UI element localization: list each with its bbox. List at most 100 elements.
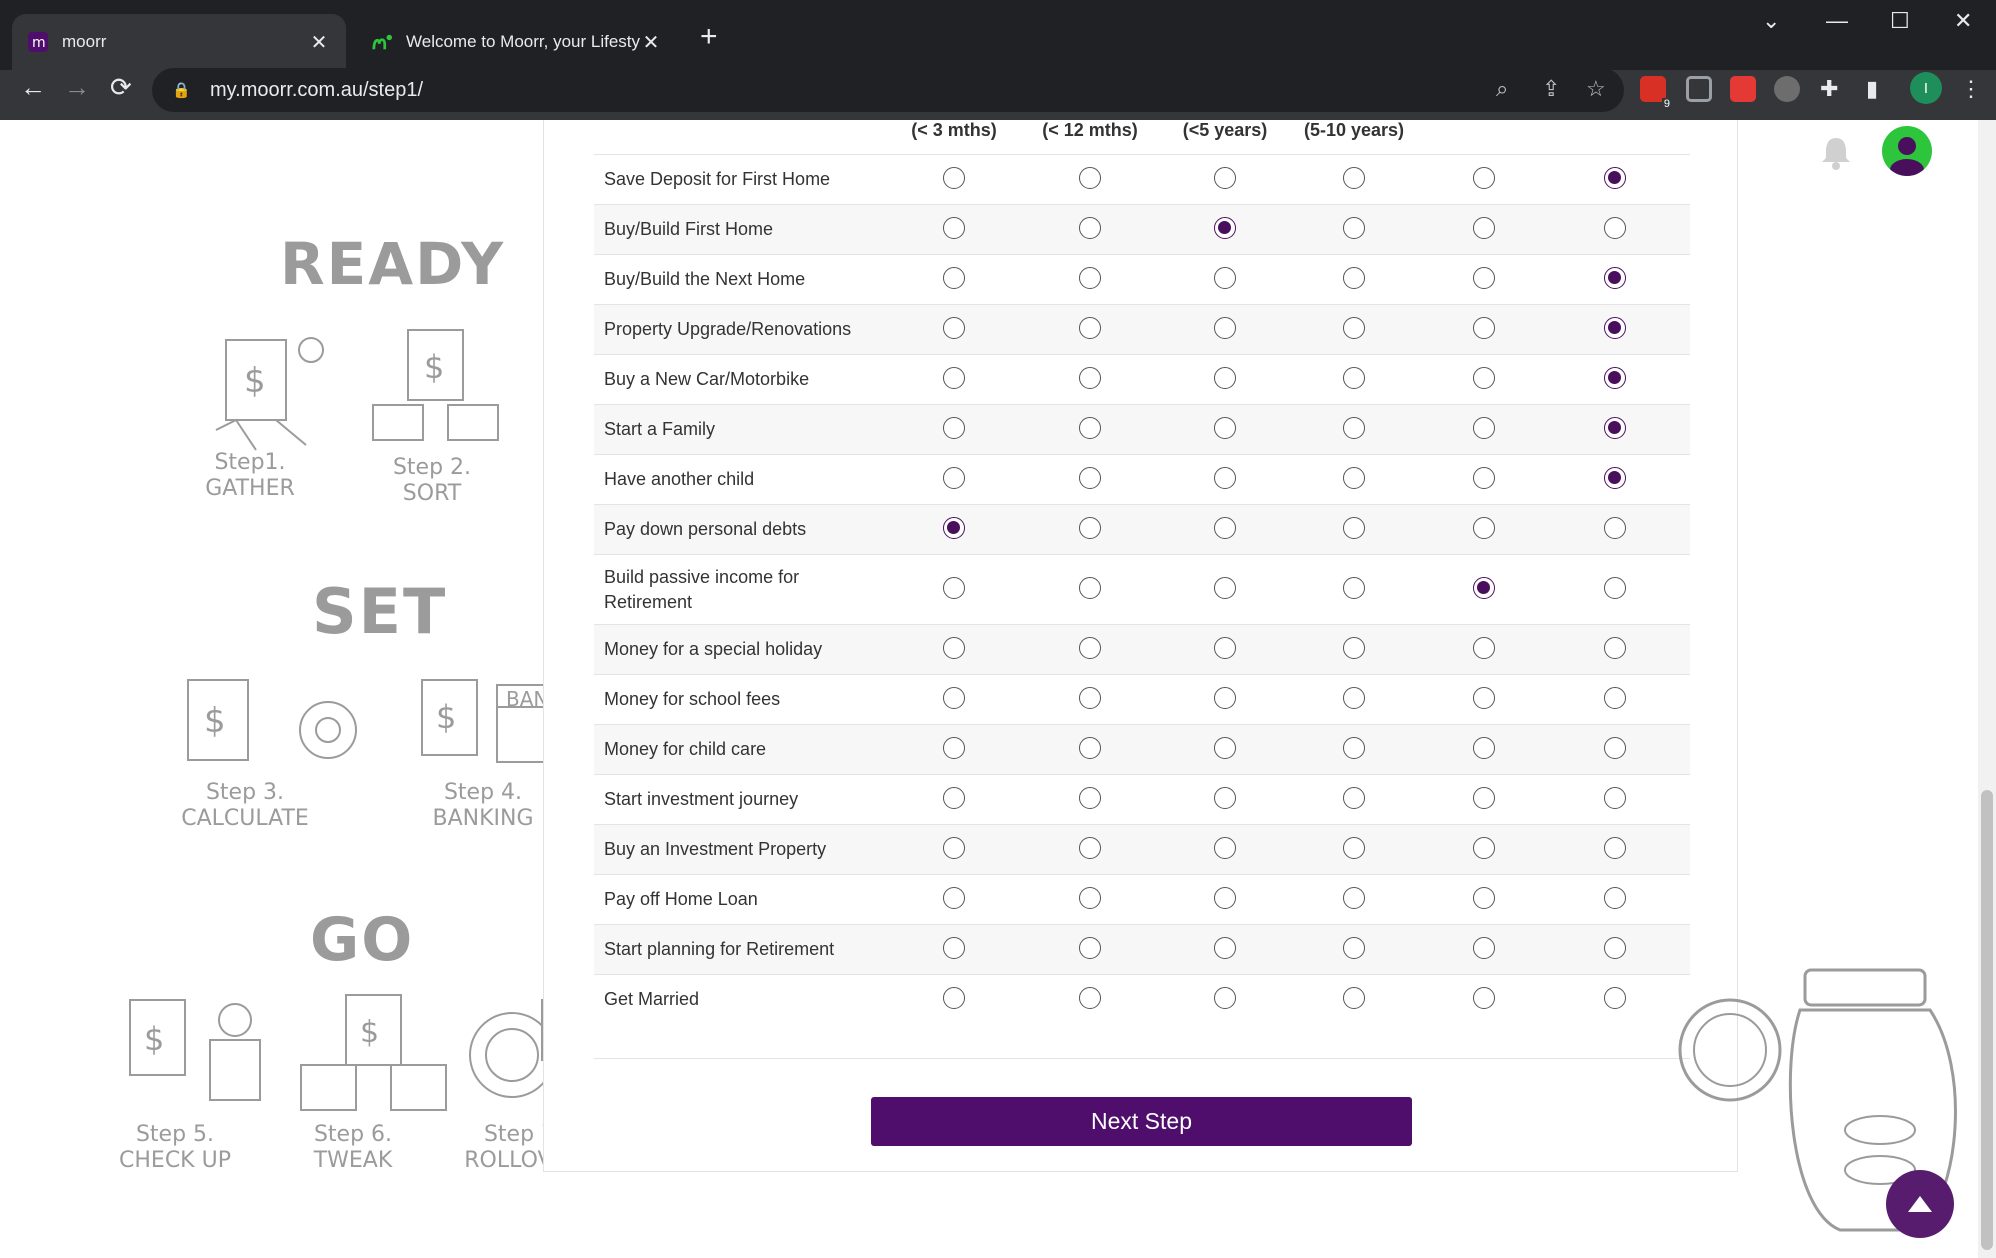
minimize-icon[interactable]: —: [1826, 8, 1848, 34]
timeframe-radio[interactable]: [1604, 217, 1626, 239]
timeframe-radio[interactable]: [1604, 367, 1626, 389]
timeframe-radio[interactable]: [1343, 937, 1365, 959]
address-bar[interactable]: 🔒 my.moorr.com.au/step1/: [152, 68, 1624, 112]
timeframe-radio[interactable]: [1604, 887, 1626, 909]
timeframe-radio[interactable]: [943, 577, 965, 599]
next-step-button[interactable]: Next Step: [871, 1097, 1412, 1146]
timeframe-radio[interactable]: [1079, 577, 1101, 599]
timeframe-radio[interactable]: [1079, 317, 1101, 339]
timeframe-radio[interactable]: [1343, 687, 1365, 709]
timeframe-radio[interactable]: [1079, 687, 1101, 709]
timeframe-radio[interactable]: [1473, 937, 1495, 959]
timeframe-radio[interactable]: [1214, 577, 1236, 599]
timeframe-radio[interactable]: [1473, 367, 1495, 389]
timeframe-radio[interactable]: [1343, 517, 1365, 539]
back-icon[interactable]: ←: [20, 72, 46, 103]
timeframe-radio[interactable]: [1214, 987, 1236, 1009]
timeframe-radio[interactable]: [1473, 837, 1495, 859]
timeframe-radio[interactable]: [1214, 517, 1236, 539]
timeframe-radio[interactable]: [1343, 217, 1365, 239]
timeframe-radio[interactable]: [1079, 167, 1101, 189]
timeframe-radio[interactable]: [943, 687, 965, 709]
timeframe-radio[interactable]: [943, 737, 965, 759]
timeframe-radio[interactable]: [1604, 687, 1626, 709]
timeframe-radio[interactable]: [1214, 737, 1236, 759]
close-tab-icon[interactable]: ✕: [640, 30, 662, 55]
timeframe-radio[interactable]: [1473, 987, 1495, 1009]
timeframe-radio[interactable]: [1079, 837, 1101, 859]
calendar-extension-icon[interactable]: 9: [1640, 76, 1672, 110]
timeframe-radio[interactable]: [943, 217, 965, 239]
timeframe-radio[interactable]: [1343, 987, 1365, 1009]
timeframe-radio[interactable]: [943, 987, 965, 1009]
timeframe-radio[interactable]: [1343, 267, 1365, 289]
timeframe-radio[interactable]: [1473, 317, 1495, 339]
share-icon[interactable]: ⇪: [1542, 76, 1560, 102]
notification-bell-icon[interactable]: [1816, 132, 1856, 172]
timeframe-radio[interactable]: [1343, 787, 1365, 809]
video-extension-icon[interactable]: [1730, 76, 1756, 102]
timeframe-radio[interactable]: [1343, 317, 1365, 339]
side-panel-icon[interactable]: ▮: [1866, 76, 1878, 102]
timeframe-radio[interactable]: [943, 417, 965, 439]
timeframe-radio[interactable]: [1343, 577, 1365, 599]
timeframe-radio[interactable]: [1214, 687, 1236, 709]
timeframe-radio[interactable]: [1214, 787, 1236, 809]
timeframe-radio[interactable]: [1343, 737, 1365, 759]
timeframe-radio[interactable]: [1473, 577, 1495, 599]
timeframe-radio[interactable]: [1079, 367, 1101, 389]
timeframe-radio[interactable]: [1473, 787, 1495, 809]
timeframe-radio[interactable]: [1473, 217, 1495, 239]
tab-search-icon[interactable]: ⌄: [1762, 8, 1780, 34]
timeframe-radio[interactable]: [1214, 637, 1236, 659]
timeframe-radio[interactable]: [1604, 417, 1626, 439]
timeframe-radio[interactable]: [1473, 467, 1495, 489]
timeframe-radio[interactable]: [1604, 837, 1626, 859]
timeframe-radio[interactable]: [1343, 467, 1365, 489]
timeframe-radio[interactable]: [1343, 837, 1365, 859]
timeframe-radio[interactable]: [1214, 267, 1236, 289]
timeframe-radio[interactable]: [1079, 737, 1101, 759]
profile-avatar[interactable]: I: [1910, 72, 1942, 104]
menu-kebab-icon[interactable]: ⋮: [1960, 76, 1982, 102]
timeframe-radio[interactable]: [1604, 267, 1626, 289]
timeframe-radio[interactable]: [1214, 367, 1236, 389]
timeframe-radio[interactable]: [1604, 577, 1626, 599]
timeframe-radio[interactable]: [1079, 517, 1101, 539]
close-window-icon[interactable]: ✕: [1954, 8, 1972, 34]
timeframe-radio[interactable]: [943, 837, 965, 859]
scroll-to-top-button[interactable]: [1886, 1170, 1954, 1238]
timeframe-radio[interactable]: [943, 787, 965, 809]
zoom-icon[interactable]: ⌕: [1496, 76, 1508, 102]
timeframe-radio[interactable]: [1214, 217, 1236, 239]
timeframe-radio[interactable]: [1473, 687, 1495, 709]
timeframe-radio[interactable]: [943, 367, 965, 389]
timeframe-radio[interactable]: [943, 517, 965, 539]
tab-welcome[interactable]: Welcome to Moorr, your Lifestyle by ✕: [356, 14, 678, 70]
timeframe-radio[interactable]: [1473, 737, 1495, 759]
tab-moorr[interactable]: m moorr ✕: [12, 14, 346, 70]
timeframe-radio[interactable]: [1214, 837, 1236, 859]
forward-icon[interactable]: →: [64, 72, 90, 103]
close-tab-icon[interactable]: ✕: [308, 30, 330, 55]
timeframe-radio[interactable]: [943, 267, 965, 289]
timeframe-radio[interactable]: [1214, 317, 1236, 339]
timeframe-radio[interactable]: [943, 467, 965, 489]
timeframe-radio[interactable]: [1604, 167, 1626, 189]
timeframe-radio[interactable]: [1343, 887, 1365, 909]
timeframe-radio[interactable]: [1473, 267, 1495, 289]
timeframe-radio[interactable]: [1343, 367, 1365, 389]
timeframe-radio[interactable]: [1079, 887, 1101, 909]
timeframe-radio[interactable]: [1214, 937, 1236, 959]
timeframe-radio[interactable]: [1343, 637, 1365, 659]
timeframe-radio[interactable]: [1473, 417, 1495, 439]
timeframe-radio[interactable]: [1604, 517, 1626, 539]
timeframe-radio[interactable]: [1343, 417, 1365, 439]
timeframe-radio[interactable]: [1214, 887, 1236, 909]
spy-extension-icon[interactable]: [1774, 76, 1800, 102]
timeframe-radio[interactable]: [1473, 167, 1495, 189]
user-avatar[interactable]: [1882, 126, 1932, 176]
timeframe-radio[interactable]: [1079, 467, 1101, 489]
timeframe-radio[interactable]: [1473, 887, 1495, 909]
timeframe-radio[interactable]: [1604, 467, 1626, 489]
